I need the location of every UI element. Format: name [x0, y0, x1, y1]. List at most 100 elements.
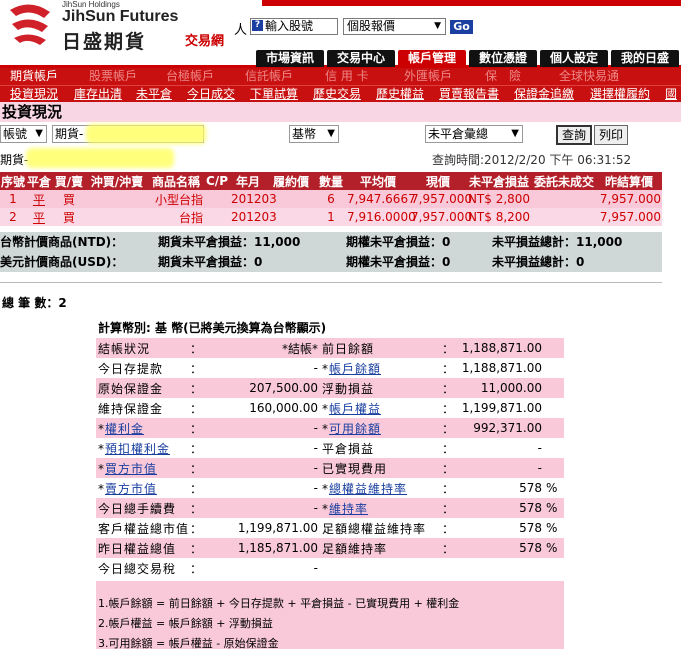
nav-equity-history[interactable]: 歷史權益 — [376, 86, 424, 102]
summary-ntd-label: 台幣計價商品(NTD)： — [0, 235, 124, 249]
nav-investment-status[interactable]: 投資現況 — [10, 86, 58, 102]
nav-option-exercise[interactable]: 選擇權履約 — [590, 86, 650, 102]
account-type-nav: 期貨帳戶 股票帳戶 台極帳戶 信託帳戶 信 用 卡 外匯帳戶 保 險 全球快易通 — [0, 68, 681, 85]
chevron-down-icon: ▼ — [35, 128, 43, 139]
filter-row: 帳號 ▼ 期貨- 基幣 ▼ 未平倉彙總 ▼ 查詢 列印 — [0, 122, 681, 148]
account-row: 維持保證金： 160,000.00 *帳戶權益： 1,199,871.00 — [96, 398, 564, 418]
account-unit — [544, 438, 564, 458]
cell-product: 台指 — [148, 208, 204, 226]
colon: ： — [440, 338, 456, 358]
account-left-value: 160,000.00 — [210, 398, 320, 418]
close-position-link[interactable]: 平 — [33, 211, 45, 225]
view-type-value: 未平倉彙總 — [428, 127, 489, 141]
tab-trading-center[interactable]: 交易中心 — [327, 50, 395, 67]
nav-more[interactable]: 國 — [665, 86, 677, 102]
account-left-label: 昨日權益總值 — [96, 538, 182, 558]
account-right-value: 578 — [456, 478, 544, 498]
account-left-label: *買方市值 — [96, 458, 182, 478]
close-position-link[interactable]: 平 — [33, 193, 45, 207]
nav-margin-call[interactable]: 保證金追繳 — [514, 86, 574, 102]
account-left-value: *結帳* — [210, 338, 320, 358]
account-right-label: *總權益維持率 — [320, 478, 440, 498]
nav-inventory-clear[interactable]: 庫存出清 — [74, 86, 122, 102]
asterisk-mark: * — [322, 361, 329, 376]
stock-search-input[interactable]: 輸入股號 — [250, 18, 338, 35]
cell-pending — [532, 208, 596, 226]
account-left-label: 今日總交易稅 — [96, 558, 182, 578]
account-left-value: 1,185,871.00 — [210, 538, 320, 558]
asterisk-mark: * — [98, 421, 105, 436]
account-left-label: 維持保證金 — [96, 398, 182, 418]
account-right-label: 足額維持率 — [320, 538, 440, 558]
print-button[interactable]: 列印 — [594, 125, 628, 145]
account-left-label-link[interactable]: 權利金 — [105, 422, 144, 436]
nav-forex-account[interactable]: 外匯帳戶 — [404, 68, 452, 85]
redacted-highlight — [26, 148, 174, 168]
account-right-label-link[interactable]: 維持率 — [329, 502, 368, 516]
tab-market-info[interactable]: 市場資訊 — [256, 50, 324, 67]
nav-open-positions[interactable]: 未平倉 — [136, 86, 172, 102]
account-right-label-link[interactable]: 帳戶權益 — [329, 402, 381, 416]
brand-name-en: JihSun Futures — [62, 8, 179, 25]
query-button[interactable]: 查詢 — [556, 125, 592, 145]
page-title: 投資現況 — [0, 102, 681, 122]
nav-credit-card[interactable]: 信 用 卡 — [325, 68, 369, 85]
nav-insurance[interactable]: 保 險 — [485, 68, 521, 85]
nav-stock-account[interactable]: 股票帳戶 — [89, 68, 137, 85]
account-row: 今日總手續費： - *維持率： 578% — [96, 498, 564, 518]
nav-global-express[interactable]: 全球快易通 — [559, 68, 619, 85]
cell-prev-settle: 7,957.000 — [596, 208, 662, 226]
tab-digital-certificate[interactable]: 數位憑證 — [469, 50, 537, 67]
tab-account-management[interactable]: 帳戶管理 — [398, 50, 466, 67]
account-left-value: - — [210, 558, 320, 578]
summary-usd-options: 期權未平倉損益：0 — [346, 255, 451, 269]
account-right-label: 已實現費用 — [320, 458, 440, 478]
account-right-value: 1,188,871.00 — [456, 338, 544, 358]
account-left-label: *權利金 — [96, 418, 182, 438]
nav-trade-report[interactable]: 買賣報告書 — [439, 86, 499, 102]
user-prefix: 人 — [234, 23, 248, 38]
colon: ： — [440, 438, 456, 458]
nav-option-account[interactable]: 台極帳戶 — [166, 68, 214, 85]
asterisk-mark: * — [322, 501, 329, 516]
nav-futures-account[interactable]: 期貨帳戶 — [10, 68, 58, 85]
account-left-label-link[interactable]: 買方市值 — [105, 462, 157, 476]
account-left-value: 1,199,871.00 — [210, 518, 320, 538]
col-avg-price: 平均價 — [346, 172, 410, 190]
futures-label: 期貨- — [0, 153, 29, 167]
colon: ： — [440, 358, 456, 378]
nav-trade-history[interactable]: 歷史交易 — [313, 86, 361, 102]
account-right-label: 足額總權益維持率 — [320, 518, 440, 538]
nav-today-fills[interactable]: 今日成交 — [187, 86, 235, 102]
tab-personal-settings[interactable]: 個人設定 — [540, 50, 608, 67]
nav-order-calculator[interactable]: 下單試算 — [250, 86, 298, 102]
quote-select-value: 個股報價 — [347, 19, 396, 33]
go-button[interactable]: Go — [450, 20, 473, 34]
account-left-label-link[interactable]: 賣方市值 — [105, 482, 157, 496]
account-right-label-link[interactable]: 總權益維持率 — [329, 482, 407, 496]
redacted-highlight — [86, 124, 206, 144]
col-open-pnl: 未平倉損益 — [466, 172, 532, 190]
account-unit — [544, 358, 564, 378]
quote-select[interactable]: 個股報價 ▼ — [343, 18, 446, 35]
query-info-row: 期貨- 查詢時間:2012/2/20 下午 06:31:52 — [0, 148, 681, 168]
cell-prev-settle: 7,957.000 — [596, 190, 662, 208]
account-left-value: - — [210, 418, 320, 438]
view-type-select[interactable]: 未平倉彙總 ▼ — [425, 125, 523, 143]
help-icon[interactable]: ? — [252, 20, 263, 31]
nav-trust-account[interactable]: 信託帳戶 — [245, 68, 293, 85]
colon: ： — [182, 378, 210, 398]
account-unit — [544, 558, 564, 578]
account-left-value: - — [210, 438, 320, 458]
account-right-label-link[interactable]: 可用餘額 — [329, 422, 381, 436]
site-header: JihSun Holdings JihSun Futures 日盛期貨 交易網 … — [0, 0, 681, 68]
account-select[interactable]: 帳號 ▼ — [0, 125, 47, 143]
account-right-label: *帳戶餘額 — [320, 358, 440, 378]
account-left-label-link[interactable]: 預扣權利金 — [105, 442, 170, 456]
formula-line: 1.帳戶餘額 = 前日餘額 + 今日存提款 + 平倉損益 - 已實現費用 + 權… — [98, 597, 460, 610]
account-right-label: *可用餘額 — [320, 418, 440, 438]
account-right-label-link[interactable]: 帳戶餘額 — [329, 362, 381, 376]
account-right-value: - — [456, 438, 544, 458]
tab-my-jihsun[interactable]: 我的日盛 — [611, 50, 679, 67]
currency-select[interactable]: 基幣 ▼ — [289, 125, 339, 143]
